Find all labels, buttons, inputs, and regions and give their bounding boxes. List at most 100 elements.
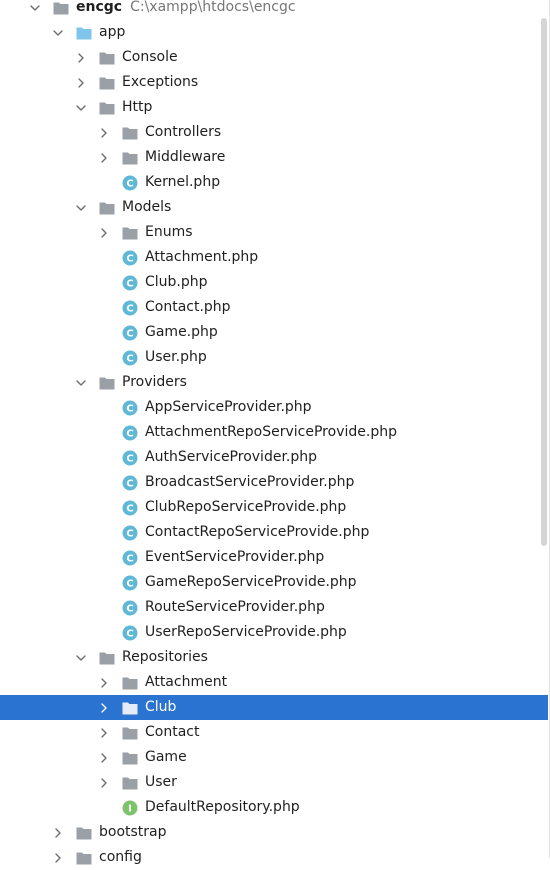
folder-icon (99, 75, 115, 91)
chevron-right-icon[interactable] (98, 752, 110, 764)
tree-row-middleware[interactable]: Middleware (0, 145, 548, 170)
chevron-down-icon[interactable] (75, 202, 87, 214)
chevron-right-icon[interactable] (98, 677, 110, 689)
tree-item-label: User (145, 774, 177, 790)
tree-item-label: Http (122, 99, 153, 115)
tree-row-authserviceprovider-php[interactable]: C AuthServiceProvider.php (0, 445, 548, 470)
vertical-scrollbar[interactable] (539, 0, 549, 858)
tree-item-label: User.php (145, 349, 207, 365)
chevron-down-icon[interactable] (52, 27, 64, 39)
tree-row-console[interactable]: Console (0, 45, 548, 70)
project-tree[interactable]: encgc C:\xampp\htdocs\encgc app Console Exce… (0, 0, 550, 865)
php-class-icon: C (122, 550, 138, 566)
svg-text:C: C (126, 553, 133, 564)
folder-icon (76, 825, 92, 841)
php-class-icon: C (122, 450, 138, 466)
svg-text:C: C (126, 428, 133, 439)
tree-row-eventserviceprovider-php[interactable]: C EventServiceProvider.php (0, 545, 548, 570)
php-class-icon: C (122, 350, 138, 366)
tree-item-label: bootstrap (99, 824, 167, 840)
chevron-down-icon[interactable] (75, 652, 87, 664)
php-class-icon: C (122, 400, 138, 416)
tree-row-clubreposerviceprovide-php[interactable]: C ClubRepoServiceProvide.php (0, 495, 548, 520)
tree-row-enums[interactable]: Enums (0, 220, 548, 245)
tree-row-kernel-php[interactable]: C Kernel.php (0, 170, 548, 195)
chevron-right-icon[interactable] (98, 152, 110, 164)
tree-row-game[interactable]: Game (0, 745, 548, 770)
tree-row-contactreposerviceprovide-php[interactable]: C ContactRepoServiceProvide.php (0, 520, 548, 545)
folder-icon (53, 0, 69, 16)
svg-text:C: C (126, 328, 133, 339)
tree-item-label: UserRepoServiceProvide.php (145, 624, 347, 640)
scrollbar-thumb[interactable] (541, 18, 547, 546)
tree-row-attachment-php[interactable]: C Attachment.php (0, 245, 548, 270)
chevron-right-icon[interactable] (98, 777, 110, 789)
svg-text:C: C (126, 278, 133, 289)
tree-row-club[interactable]: Club (0, 695, 548, 720)
tree-row-appserviceprovider-php[interactable]: C AppServiceProvider.php (0, 395, 548, 420)
tree-row-app[interactable]: app (0, 20, 548, 45)
svg-text:C: C (126, 253, 133, 264)
svg-text:C: C (126, 628, 133, 639)
chevron-down-icon[interactable] (75, 102, 87, 114)
tree-item-label: ContactRepoServiceProvide.php (145, 524, 370, 540)
tree-item-label: app (99, 24, 126, 40)
folder-icon (122, 675, 138, 691)
folder-icon (99, 375, 115, 391)
tree-row-exceptions[interactable]: Exceptions (0, 70, 548, 95)
chevron-right-icon[interactable] (98, 127, 110, 139)
tree-row-models[interactable]: Models (0, 195, 548, 220)
tree-item-label: Game.php (145, 324, 218, 340)
tree-row-gamereposerviceprovide-php[interactable]: C GameRepoServiceProvide.php (0, 570, 548, 595)
tree-row-contact-php[interactable]: C Contact.php (0, 295, 548, 320)
tree-item-label: Console (122, 49, 178, 65)
tree-item-label: Providers (122, 374, 187, 390)
tree-row-attachment[interactable]: Attachment (0, 670, 548, 695)
tree-row-club-php[interactable]: C Club.php (0, 270, 548, 295)
tree-row-attachmentreposerviceprovide-php[interactable]: C AttachmentRepoServiceProvide.php (0, 420, 548, 445)
tree-row-encgc[interactable]: encgc C:\xampp\htdocs\encgc (0, 0, 548, 20)
tree-row-repositories[interactable]: Repositories (0, 645, 548, 670)
folder-icon (99, 200, 115, 216)
tree-item-label: ClubRepoServiceProvide.php (145, 499, 347, 515)
php-class-icon: C (122, 275, 138, 291)
chevron-right-icon[interactable] (75, 77, 87, 89)
tree-row-providers[interactable]: Providers (0, 370, 548, 395)
chevron-down-icon[interactable] (75, 377, 87, 389)
tree-item-label: Kernel.php (145, 174, 221, 190)
tree-row-user-php[interactable]: C User.php (0, 345, 548, 370)
chevron-down-icon[interactable] (29, 2, 41, 14)
tree-row-routeserviceprovider-php[interactable]: C RouteServiceProvider.php (0, 595, 548, 620)
php-class-icon: C (122, 525, 138, 541)
folder-icon (99, 50, 115, 66)
php-interface-icon: I (122, 800, 138, 816)
tree-row-userreposerviceprovide-php[interactable]: C UserRepoServiceProvide.php (0, 620, 548, 645)
tree-row-contact[interactable]: Contact (0, 720, 548, 745)
tree-row-user[interactable]: User (0, 770, 548, 795)
chevron-right-icon[interactable] (98, 227, 110, 239)
chevron-right-icon[interactable] (52, 827, 64, 839)
php-class-icon: C (122, 500, 138, 516)
chevron-right-icon[interactable] (98, 727, 110, 739)
php-class-icon: C (122, 425, 138, 441)
tree-row-broadcastserviceprovider-php[interactable]: C BroadcastServiceProvider.php (0, 470, 548, 495)
svg-text:C: C (126, 503, 133, 514)
tree-row-defaultrepository-php[interactable]: I DefaultRepository.php (0, 795, 548, 820)
php-class-icon: C (122, 175, 138, 191)
php-class-icon: C (122, 300, 138, 316)
php-class-icon: C (122, 325, 138, 341)
tree-row-bootstrap[interactable]: bootstrap (0, 820, 548, 845)
tree-item-label: GameRepoServiceProvide.php (145, 574, 357, 590)
svg-text:I: I (128, 803, 132, 814)
chevron-right-icon[interactable] (75, 52, 87, 64)
tree-item-label: Attachment (145, 674, 228, 690)
tree-row-controllers[interactable]: Controllers (0, 120, 548, 145)
tree-row-game-php[interactable]: C Game.php (0, 320, 548, 345)
tree-item-label: Club.php (145, 274, 208, 290)
tree-item-label: Middleware (145, 149, 226, 165)
chevron-right-icon[interactable] (98, 702, 110, 714)
folder-icon (122, 725, 138, 741)
tree-item-label: Attachment.php (145, 249, 259, 265)
tree-row-http[interactable]: Http (0, 95, 548, 120)
tree-item-label: AppServiceProvider.php (145, 399, 312, 415)
